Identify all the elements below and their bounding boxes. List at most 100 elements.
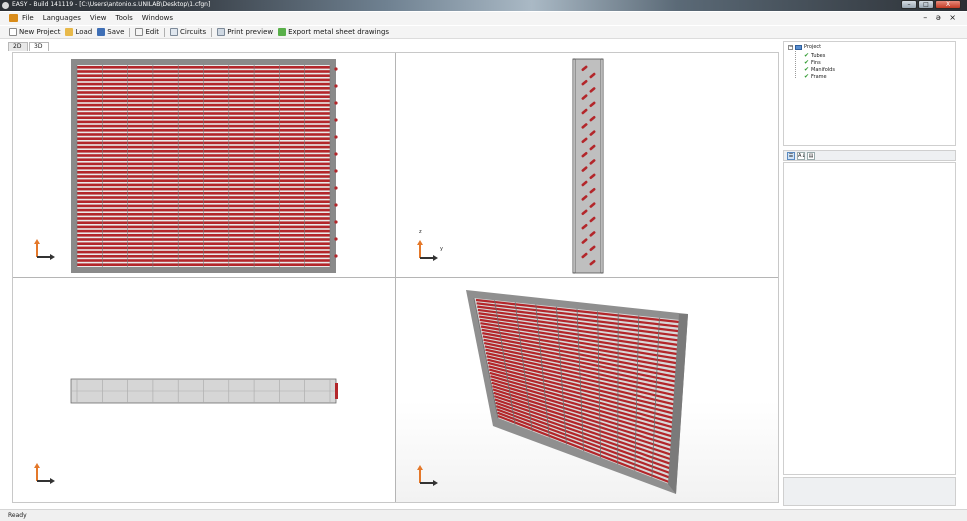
front-manifold-port — [334, 203, 338, 207]
top-view-drawing — [34, 378, 338, 484]
tree-connector-lines — [795, 51, 803, 78]
tree-item-tubes-label: Tubes — [811, 52, 826, 59]
window-title: EASY - Build 141119 - [C:\Users\antonio.… — [12, 1, 211, 8]
project-folder-icon — [795, 44, 802, 50]
tree-item-frame[interactable]: ✔ Frame — [804, 73, 827, 80]
viewport-grid: z y — [12, 52, 779, 503]
close-button[interactable]: X — [935, 0, 961, 9]
axis-label-z: z — [419, 229, 422, 235]
tab-3d[interactable]: 3D — [29, 42, 49, 51]
tree-item-frame-label: Frame — [811, 73, 827, 80]
edit-button[interactable]: Edit — [135, 28, 159, 36]
front-manifold-port — [334, 254, 338, 258]
toolbar: New Project Load Save Edit Circuits Prin… — [0, 26, 967, 39]
menu-file[interactable]: File — [22, 14, 34, 22]
tree-collapse-toggle[interactable]: − — [788, 45, 793, 50]
save-label: Save — [107, 28, 125, 36]
print-preview-button[interactable]: Print preview — [217, 28, 273, 36]
front-manifold-port — [334, 118, 338, 122]
toolbar-separator — [129, 27, 131, 37]
side-view[interactable]: z y — [396, 53, 778, 278]
circuits-label: Circuits — [180, 28, 207, 36]
mdi-window-controls[interactable]: – ə × — [923, 13, 959, 22]
save-button[interactable]: Save — [97, 28, 124, 36]
perspective-view-drawing — [417, 290, 688, 494]
front-manifold-port — [334, 169, 338, 173]
edit-label: Edit — [145, 28, 159, 36]
circuits-icon — [170, 28, 178, 36]
tree-item-manifolds-label: Manifolds — [811, 66, 835, 73]
print-preview-label: Print preview — [227, 28, 274, 36]
front-manifold-port — [334, 152, 338, 156]
view-tabs: 2D 3D — [8, 42, 50, 51]
top-axis-vertical-arrow — [34, 463, 40, 468]
top-view[interactable] — [13, 278, 396, 502]
front-manifold-port — [334, 237, 338, 241]
tab-2d[interactable]: 2D — [8, 42, 28, 51]
menu-languages[interactable]: Languages — [43, 14, 81, 22]
front-axis-horizontal-arrow — [50, 254, 55, 260]
title-bar: EASY - Build 141119 - [C:\Users\antonio.… — [0, 0, 967, 11]
menu-view[interactable]: View — [90, 14, 107, 22]
perspective-view[interactable] — [396, 278, 778, 502]
side-axis-horizontal-arrow — [433, 255, 438, 261]
tree-item-fins[interactable]: ✔ Fins — [804, 59, 821, 66]
toolbar-separator — [211, 27, 213, 37]
window-controls: – □ X — [900, 0, 961, 10]
menu-tools[interactable]: Tools — [116, 14, 133, 22]
property-description-panel — [783, 477, 956, 506]
top-axis-horizontal-arrow — [50, 478, 55, 484]
front-manifold-port — [334, 84, 338, 88]
check-icon: ✔ — [804, 59, 810, 66]
toolbar-separator — [164, 27, 165, 37]
check-icon: ✔ — [804, 73, 810, 80]
persp-axis-vertical-arrow — [417, 465, 423, 470]
tree-item-project[interactable]: Project — [795, 44, 821, 50]
check-icon: ✔ — [804, 52, 810, 59]
property-grid[interactable] — [783, 162, 956, 475]
axis-label-y: y — [440, 246, 443, 252]
front-manifold-port — [334, 101, 338, 105]
export-label: Export metal sheet drawings — [288, 28, 390, 36]
new-file-icon — [9, 28, 17, 36]
status-bar: Ready — [0, 509, 967, 521]
tree-item-fins-label: Fins — [811, 59, 821, 66]
export-metal-sheet-button[interactable]: Export metal sheet drawings — [278, 28, 389, 36]
persp-fin-line — [617, 313, 619, 465]
app-icon — [2, 2, 9, 9]
tree-item-project-label: Project — [804, 44, 822, 50]
property-grid-toolbar: ☰ Α↓ ▤ — [783, 150, 956, 161]
circuits-button[interactable]: Circuits — [170, 28, 206, 36]
front-manifold-port — [334, 67, 338, 71]
load-button[interactable]: Load — [65, 28, 92, 36]
side-frame — [574, 58, 602, 274]
tree-item-tubes[interactable]: ✔ Tubes — [804, 52, 825, 59]
menu-windows[interactable]: Windows — [142, 14, 173, 22]
front-axis-vertical-arrow — [34, 239, 40, 244]
categorized-view-button[interactable]: ☰ — [787, 151, 795, 160]
front-view-drawing — [34, 59, 338, 273]
front-manifold-port — [334, 220, 338, 224]
menu-bar: File Languages View Tools Windows – ə × — [0, 12, 967, 25]
maximize-button[interactable]: □ — [918, 0, 934, 9]
check-icon: ✔ — [804, 66, 810, 73]
status-text: Ready — [8, 512, 27, 519]
load-label: Load — [75, 28, 93, 36]
front-view[interactable] — [13, 53, 396, 278]
side-axis-vertical-arrow — [417, 240, 423, 245]
minimize-button[interactable]: – — [901, 0, 917, 9]
alphabetical-sort-button[interactable]: Α↓ — [797, 151, 806, 160]
side-view-drawing — [417, 58, 604, 274]
app-menu-icon[interactable] — [9, 14, 18, 22]
front-manifold-port — [334, 186, 338, 190]
persp-axis-horizontal-arrow — [433, 480, 438, 486]
tree-item-manifolds[interactable]: ✔ Manifolds — [804, 66, 835, 73]
new-project-button[interactable]: New Project — [9, 28, 60, 36]
edit-icon — [135, 28, 144, 36]
new-project-label: New Project — [19, 28, 61, 36]
export-icon — [278, 28, 287, 36]
save-icon — [97, 28, 106, 36]
folder-icon — [65, 28, 74, 36]
project-tree-panel: − Project ✔ Tubes ✔ Fins ✔ Manifolds ✔ F… — [783, 41, 956, 146]
property-pages-button[interactable]: ▤ — [807, 151, 815, 160]
